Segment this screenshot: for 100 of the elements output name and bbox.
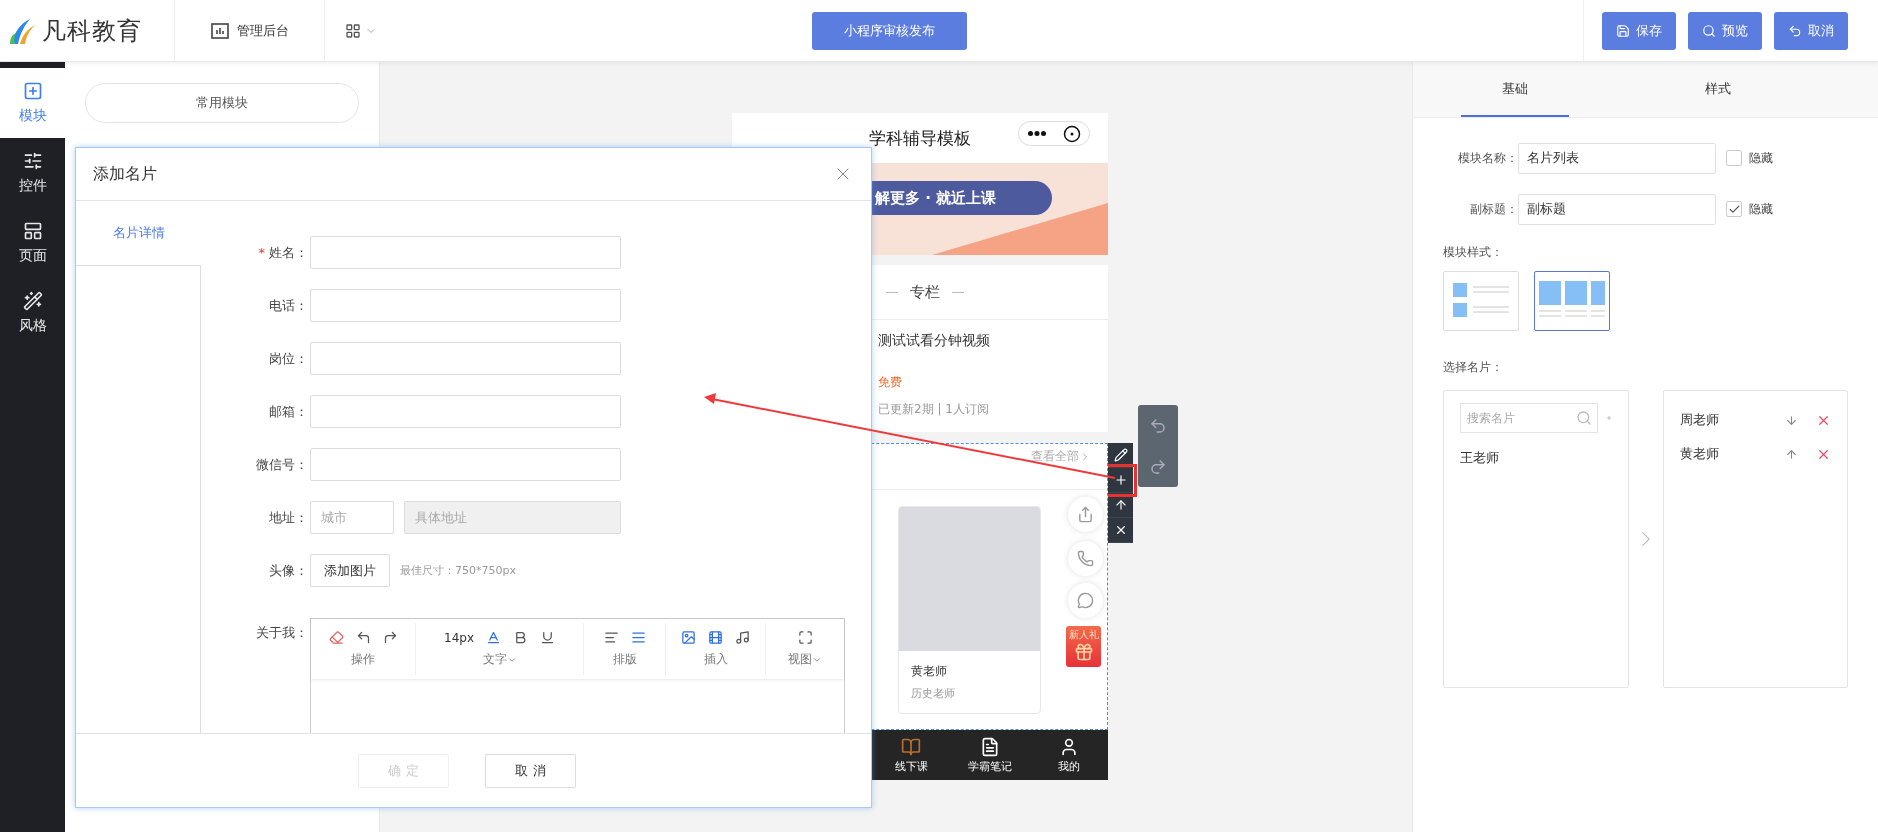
field-label: 副标题： bbox=[1469, 200, 1518, 218]
text-input[interactable] bbox=[310, 448, 621, 481]
list-layout-icon bbox=[1453, 283, 1509, 319]
sliders-icon bbox=[22, 151, 43, 171]
search-icon bbox=[1576, 410, 1592, 426]
search-field[interactable]: 搜索名片 bbox=[1460, 403, 1598, 433]
field-label: 关于我： bbox=[255, 624, 309, 642]
tab-bar-item[interactable]: 我的 bbox=[1029, 730, 1108, 780]
pencil-icon bbox=[1113, 448, 1128, 462]
share-icon bbox=[1077, 506, 1094, 523]
grid-icon bbox=[345, 22, 361, 39]
checkbox[interactable] bbox=[1726, 150, 1742, 166]
cancel-button[interactable]: 取 消 bbox=[485, 753, 576, 788]
checkbox[interactable] bbox=[1726, 201, 1742, 217]
chat-button[interactable] bbox=[1068, 583, 1103, 618]
list-item[interactable]: 王老师 bbox=[1460, 449, 1612, 467]
line-spacing-icon[interactable] bbox=[630, 630, 646, 645]
search-icon bbox=[1702, 23, 1716, 38]
list-item[interactable]: 周老师 bbox=[1679, 411, 1785, 429]
layout-icon bbox=[22, 221, 43, 241]
save-icon bbox=[1616, 23, 1630, 38]
eraser-icon[interactable] bbox=[328, 630, 344, 645]
add-image-button[interactable]: 添加图片 bbox=[310, 554, 390, 587]
undo-icon bbox=[1788, 23, 1802, 38]
section-title: 专栏 bbox=[910, 282, 940, 302]
publish-button[interactable]: 小程序审核发布 bbox=[812, 11, 967, 50]
tab-bar-item[interactable]: 线下课 bbox=[872, 730, 951, 780]
toolbar-group-label: 插入 bbox=[703, 651, 728, 668]
music-icon[interactable] bbox=[735, 630, 750, 645]
address-input: 具体地址 bbox=[404, 501, 621, 534]
underline-icon[interactable] bbox=[540, 630, 555, 645]
target-icon bbox=[1062, 124, 1081, 143]
gift-icon bbox=[1073, 642, 1094, 662]
page-title: 学科辅导模板 bbox=[869, 126, 971, 150]
field-label: 电话： bbox=[268, 296, 309, 315]
fullscreen-icon[interactable] bbox=[797, 630, 813, 645]
text-input[interactable] bbox=[310, 342, 621, 375]
field-label: 岗位： bbox=[268, 349, 309, 368]
text-input[interactable]: 副标题 bbox=[1518, 193, 1716, 225]
wand-icon bbox=[22, 291, 43, 311]
nav-tab[interactable]: 名片详情 bbox=[76, 201, 201, 265]
field-label: 模块名称： bbox=[1457, 149, 1518, 167]
sidebar-item[interactable]: 控件 bbox=[0, 138, 65, 208]
preview-button[interactable]: 预览 bbox=[1688, 11, 1762, 50]
teacher-name: 黄老师 bbox=[911, 663, 948, 680]
more-icon bbox=[1027, 131, 1046, 136]
field-label: 微信号： bbox=[255, 455, 309, 474]
arrow-down-icon[interactable] bbox=[1785, 413, 1798, 427]
field-label: 邮箱： bbox=[268, 402, 309, 421]
city-input[interactable]: 城市 bbox=[310, 501, 394, 534]
chat-icon bbox=[1077, 592, 1094, 609]
arrow-up-icon bbox=[1113, 498, 1128, 512]
font-color-icon[interactable] bbox=[486, 630, 501, 645]
chart-icon bbox=[210, 22, 229, 39]
save-button[interactable]: 保存 bbox=[1602, 11, 1676, 50]
sidebar-item[interactable]: 风格 bbox=[0, 278, 65, 348]
admin-link[interactable]: 管理后台 bbox=[175, 0, 325, 61]
sidebar-item[interactable]: 页面 bbox=[0, 208, 65, 278]
arrow-up-icon[interactable] bbox=[1785, 447, 1798, 461]
checkbox-label: 隐藏 bbox=[1749, 200, 1773, 218]
tab-bar-item[interactable]: 学霸笔记 bbox=[950, 730, 1030, 780]
align-icon[interactable] bbox=[603, 630, 619, 645]
image-icon[interactable] bbox=[681, 630, 696, 645]
text-input[interactable] bbox=[310, 395, 621, 428]
plus-square-icon bbox=[22, 81, 43, 101]
gift-label: 新人礼 bbox=[1068, 628, 1099, 642]
size-hint: 最佳尺寸：750*750px bbox=[400, 563, 516, 578]
checkbox-label: 隐藏 bbox=[1749, 149, 1773, 167]
notes-icon bbox=[980, 736, 1000, 757]
course-price: 免费 bbox=[878, 374, 903, 391]
list-item[interactable]: 黄老师 bbox=[1679, 445, 1785, 463]
settings-tab[interactable]: 基础 bbox=[1461, 62, 1569, 117]
redo-icon[interactable] bbox=[382, 630, 398, 645]
text-input[interactable]: 名片列表 bbox=[1518, 142, 1716, 174]
dialog-title: 添加名片 bbox=[93, 163, 157, 185]
course-title: 测试试看分钟视频 bbox=[878, 332, 991, 350]
toolbar-group-label[interactable]: 视图 bbox=[788, 651, 822, 668]
toolbar-group-label[interactable]: 文字 bbox=[482, 651, 517, 668]
toolbar-group-label: 操作 bbox=[351, 651, 375, 668]
share-button[interactable] bbox=[1068, 497, 1103, 532]
book-icon bbox=[901, 736, 922, 757]
style-option[interactable] bbox=[1534, 271, 1610, 331]
text-input[interactable] bbox=[310, 236, 621, 269]
field-label: 头像： bbox=[268, 561, 309, 580]
font-size-select[interactable]: 14px bbox=[444, 630, 474, 645]
video-icon[interactable] bbox=[708, 630, 723, 645]
text-input[interactable] bbox=[310, 289, 621, 322]
toolbar-group-label: 排版 bbox=[612, 651, 637, 668]
field-label: * 姓名： bbox=[257, 243, 309, 262]
sidebar-item[interactable]: 模块 bbox=[0, 68, 65, 138]
plus-icon bbox=[1113, 473, 1128, 487]
undo-icon[interactable] bbox=[355, 630, 371, 645]
logo-text: 凡科教育 bbox=[42, 15, 142, 47]
bold-icon[interactable] bbox=[513, 630, 528, 645]
category-button[interactable]: 常用模块 bbox=[85, 83, 359, 123]
phone-icon bbox=[1077, 550, 1094, 567]
phone-button[interactable] bbox=[1068, 541, 1103, 576]
cancel-button[interactable]: 取消 bbox=[1774, 11, 1848, 50]
settings-tab[interactable]: 样式 bbox=[1664, 62, 1772, 117]
section-label: 模块样式： bbox=[1443, 244, 1504, 261]
